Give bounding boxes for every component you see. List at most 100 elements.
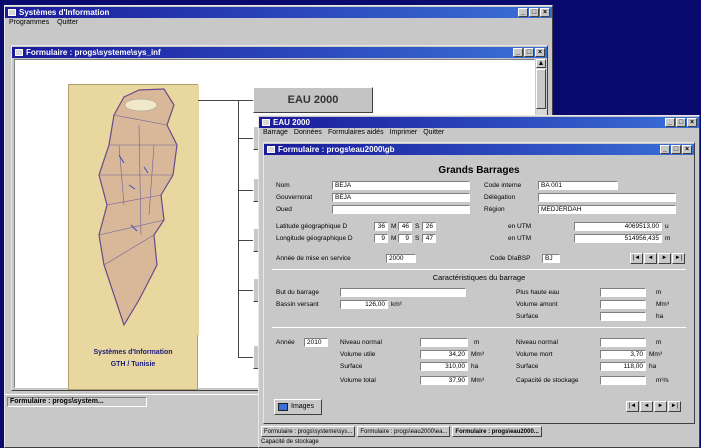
lat-deg-field[interactable]: 36	[374, 222, 388, 231]
gouvernorat-field[interactable]: BEJA	[332, 193, 470, 202]
maximize-icon[interactable]: □	[524, 48, 534, 57]
caracteristiques-heading: Caractéristiques du barrage	[432, 273, 526, 282]
lon-m-label: M	[391, 235, 397, 242]
nav-prev-button[interactable]: ◄	[644, 253, 657, 264]
scroll-thumb[interactable]	[536, 69, 546, 109]
scroll-up-icon[interactable]: ▲	[536, 59, 546, 68]
nav-next-button[interactable]: ►	[658, 253, 671, 264]
nav-last-button-bottom[interactable]: ►|	[668, 401, 681, 412]
main-titlebar[interactable]: Systèmes d'Information _ □ ×	[5, 7, 552, 18]
maximize-icon[interactable]: □	[529, 8, 539, 17]
lat-s-label: S	[415, 223, 420, 230]
minimize-icon[interactable]: _	[665, 118, 675, 127]
eau-titlebar[interactable]: EAU 2000 _ □ ×	[259, 117, 699, 128]
lat-min-field[interactable]: 46	[398, 222, 412, 231]
surface3-unit: ha	[649, 363, 657, 370]
gb-title: Formulaire : progs\eau2000\gb	[278, 145, 395, 154]
utm-field-1[interactable]: 4069513,00	[574, 222, 662, 231]
task-eau2000-ea[interactable]: Formulaire : progs\eau2000\ea...	[357, 426, 451, 437]
bassin-field[interactable]: 126,00	[340, 300, 388, 309]
niveau-normal-field[interactable]	[420, 338, 468, 347]
lon-min-field[interactable]: 9	[398, 234, 412, 243]
nom-field[interactable]: BEJA	[332, 181, 470, 190]
utm-label-1: en UTM	[508, 223, 532, 230]
menu-quitter[interactable]: Quitter	[57, 18, 78, 28]
surface1-field[interactable]	[600, 312, 646, 321]
form-icon	[267, 146, 275, 153]
gb-titlebar[interactable]: Formulaire : progs\eau2000\gb _ □ ×	[264, 144, 694, 155]
annee-service-label: Année de mise en service	[276, 255, 351, 262]
menu-programmes[interactable]: Programmes	[9, 18, 49, 28]
nav-last-button[interactable]: ►|	[672, 253, 685, 264]
volume-mort-field[interactable]: 3,70	[600, 350, 646, 359]
maximize-icon[interactable]: □	[676, 118, 686, 127]
surface2-field[interactable]: 310,00	[420, 362, 468, 371]
lat-sec-field[interactable]: 26	[422, 222, 436, 231]
niveau-normal2-field[interactable]	[600, 338, 646, 347]
images-button[interactable]: Images	[274, 399, 322, 415]
volume-amont-field[interactable]	[600, 300, 646, 309]
surface3-label: Surface	[516, 363, 539, 370]
main-menubar: Programmes Quitter	[5, 18, 552, 28]
nav-first-button-bottom[interactable]: |◄	[626, 401, 639, 412]
separator-2	[272, 327, 686, 328]
close-icon[interactable]: ×	[682, 145, 692, 154]
task-eau2000-active[interactable]: Formulaire : progs\eau2000...	[452, 426, 542, 437]
minimize-icon[interactable]: _	[518, 8, 528, 17]
gouvernorat-label: Gouvernorat	[276, 194, 313, 201]
utm-unit-1: u	[665, 223, 669, 230]
close-icon[interactable]: ×	[540, 8, 550, 17]
annee-service-field[interactable]: 2000	[386, 254, 416, 263]
menu-barrage[interactable]: Barrage	[263, 128, 288, 138]
nav-first-button[interactable]: |◄	[630, 253, 643, 264]
code-dgrebsp-field[interactable]: BJ	[542, 254, 560, 263]
region-field[interactable]: MEDJERDAH	[538, 205, 676, 214]
annee-field[interactable]: 2010	[304, 338, 328, 347]
capacite-field[interactable]	[600, 376, 646, 385]
volume-utile-field[interactable]: 34,20	[420, 350, 468, 359]
connector-map	[198, 100, 253, 101]
delegation-label: Délégation	[484, 194, 516, 201]
delegation-field[interactable]	[538, 193, 676, 202]
close-icon[interactable]: ×	[687, 118, 697, 127]
formulaire-titlebar[interactable]: Formulaire : progs\systeme\sys_inf _ □ ×	[12, 47, 547, 58]
region-label: Région	[484, 206, 505, 213]
code-interne-label: Code interne	[484, 182, 522, 189]
volume-utile-unit: Mm³	[471, 351, 484, 358]
connector-2	[238, 190, 253, 191]
surface3-field[interactable]: 118,00	[600, 362, 646, 371]
lat-m-label: M	[391, 223, 397, 230]
utm-unit-2: m	[665, 235, 671, 242]
plus-haute-label: Plus haute eau	[516, 289, 560, 296]
gb-heading: Grands Barrages	[438, 165, 520, 176]
lon-s-label: S	[415, 235, 420, 242]
utm-field-2[interactable]: 514956,435	[574, 234, 662, 243]
utm-label-2: en UTM	[508, 235, 532, 242]
plus-haute-field[interactable]	[600, 288, 646, 297]
minimize-icon[interactable]: _	[513, 48, 523, 57]
nav-next-button-bottom[interactable]: ►	[654, 401, 667, 412]
task-sys-inf[interactable]: Formulaire : progs\systeme\sys...	[261, 426, 356, 437]
volume-total-field[interactable]: 37,90	[420, 376, 468, 385]
menu-donnees[interactable]: Données	[294, 128, 322, 138]
oued-field[interactable]	[332, 205, 470, 214]
maximize-icon[interactable]: □	[671, 145, 681, 154]
lon-sec-field[interactable]: 47	[422, 234, 436, 243]
minimize-icon[interactable]: _	[660, 145, 670, 154]
menu-quitter[interactable]: Quitter	[423, 128, 444, 138]
but-field[interactable]	[340, 288, 466, 297]
lon-deg-field[interactable]: 9	[374, 234, 388, 243]
menu-imprimer[interactable]: Imprimer	[390, 128, 418, 138]
niveau-normal2-label: Niveau normal	[516, 339, 558, 346]
menu-formulaires[interactable]: Formulaires aidés	[328, 128, 384, 138]
capacite-unit: m³/s	[656, 377, 669, 384]
map-caption-line2: GTH / Tunisie	[110, 361, 156, 368]
close-icon[interactable]: ×	[535, 48, 545, 57]
connector-4	[238, 290, 253, 291]
eau-title: EAU 2000	[273, 118, 310, 127]
code-interne-field[interactable]: BA 001	[538, 181, 618, 190]
nav-prev-button-bottom[interactable]: ◄	[640, 401, 653, 412]
plus-haute-unit: m	[656, 289, 662, 296]
volume-utile-label: Volume utile	[340, 351, 376, 358]
eau-2000-button[interactable]: EAU 2000	[253, 87, 373, 113]
